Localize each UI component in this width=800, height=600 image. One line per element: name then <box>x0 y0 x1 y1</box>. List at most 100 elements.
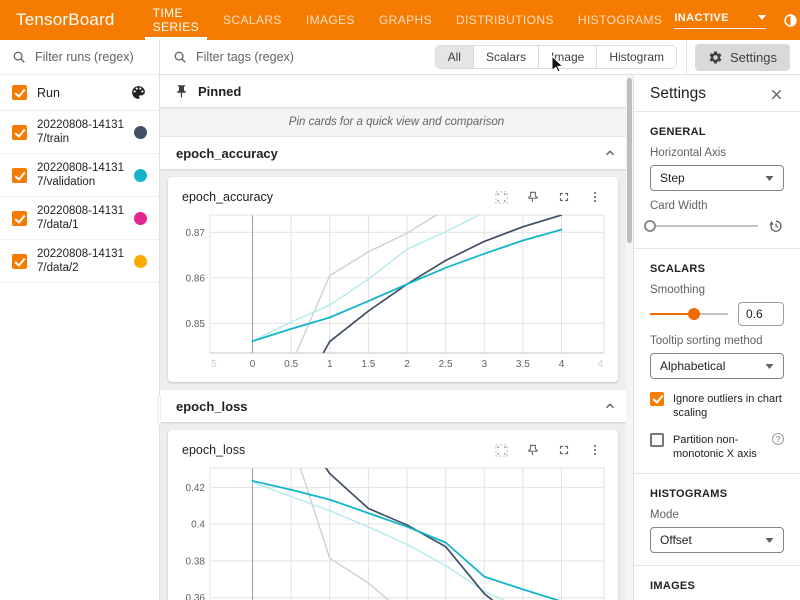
slider-thumb[interactable] <box>688 308 700 320</box>
checkbox-icon[interactable] <box>650 392 664 406</box>
pinned-section-header[interactable]: Pinned <box>160 75 633 107</box>
checkbox-label: Ignore outliers in chart scaling <box>673 392 784 420</box>
chevron-up-icon[interactable] <box>603 146 617 160</box>
smoothing-input[interactable] <box>738 302 784 326</box>
slider-thumb[interactable] <box>644 220 656 232</box>
horizontal-axis-select[interactable]: Step <box>650 165 784 191</box>
run-checkbox[interactable] <box>12 211 27 226</box>
card-width-label: Card Width <box>650 200 784 212</box>
run-column-label: Run <box>37 86 130 100</box>
card-area: epoch_accuracy 0.850.860.87500.511.522.5… <box>160 169 633 390</box>
select-all-checkbox[interactable] <box>12 85 27 100</box>
pinned-empty-message: Pin cards for a quick view and compariso… <box>160 107 633 137</box>
section-title: epoch_accuracy <box>176 146 278 161</box>
run-checkbox[interactable] <box>12 168 27 183</box>
svg-text:1: 1 <box>327 359 333 370</box>
run-row[interactable]: 20220808-141317/validation <box>0 154 159 197</box>
reset-icon[interactable] <box>768 218 784 234</box>
histogram-mode-select[interactable]: Offset <box>650 527 784 553</box>
tab-distributions[interactable]: DISTRIBUTIONS <box>444 0 566 40</box>
filter-chip-image[interactable]: Image <box>539 46 597 68</box>
tooltip-sort-select[interactable]: Alphabetical <box>650 353 784 379</box>
close-icon[interactable] <box>769 87 784 102</box>
svg-text:2.5: 2.5 <box>439 359 453 370</box>
help-icon[interactable]: ? <box>772 433 784 445</box>
fullscreen-icon[interactable] <box>557 190 571 204</box>
card-width-slider[interactable] <box>650 219 758 233</box>
svg-text:0.85: 0.85 <box>186 319 206 330</box>
run-name: 20220808-141317/train <box>37 118 128 146</box>
run-row[interactable]: 20220808-141317/data/1 <box>0 197 159 240</box>
chevron-up-icon[interactable] <box>603 399 617 413</box>
run-color-dot <box>134 255 147 268</box>
tab-time-series[interactable]: TIME SERIES <box>141 0 211 40</box>
tab-images[interactable]: IMAGES <box>294 0 367 40</box>
scalar-card-epoch-loss: epoch_loss 0.360.380.40.42 <box>168 430 618 600</box>
fit-to-domain-icon[interactable] <box>494 190 509 205</box>
runs-filter-input[interactable] <box>35 50 145 64</box>
fullscreen-icon[interactable] <box>557 443 571 457</box>
tab-histograms[interactable]: HISTOGRAMS <box>566 0 674 40</box>
card-title: epoch_accuracy <box>182 190 494 204</box>
chevron-down-icon <box>765 364 774 369</box>
scalar-chart[interactable]: 0.360.380.40.42 <box>176 464 610 600</box>
checkbox-label: Partition non-monotonic X axis <box>673 433 761 461</box>
main-scrollbar[interactable] <box>626 75 633 600</box>
chevron-down-icon <box>758 15 766 20</box>
histogram-mode-label: Mode <box>650 509 784 521</box>
filter-chip-all[interactable]: All <box>436 46 474 68</box>
runs-filter <box>0 40 159 75</box>
group-heading: GENERAL <box>650 126 784 138</box>
selected-value: Alphabetical <box>660 359 725 373</box>
run-row[interactable]: 20220808-141317/train <box>0 111 159 154</box>
card-actions <box>494 190 608 205</box>
pin-icon <box>174 84 189 99</box>
filter-chip-scalars[interactable]: Scalars <box>474 46 539 68</box>
card-actions <box>494 443 608 458</box>
pinned-title: Pinned <box>198 84 241 99</box>
group-heading: IMAGES <box>650 580 784 592</box>
data-status-select[interactable]: INACTIVE <box>674 12 766 29</box>
partition-x-checkbox-row[interactable]: Partition non-monotonic X axis ? <box>650 433 784 461</box>
settings-button-label: Settings <box>730 50 777 65</box>
run-checkbox[interactable] <box>12 254 27 269</box>
horizontal-axis-label: Horizontal Axis <box>650 147 784 159</box>
group-heading: SCALARS <box>650 263 784 275</box>
section-header-epoch-accuracy[interactable]: epoch_accuracy <box>160 137 633 169</box>
run-checkbox[interactable] <box>12 125 27 140</box>
scrollbar-thumb[interactable] <box>627 78 632 243</box>
tab-graphs[interactable]: GRAPHS <box>367 0 444 40</box>
sidebar-resize-handle[interactable] <box>157 395 161 425</box>
tab-scalars[interactable]: SCALARS <box>211 0 294 40</box>
ignore-outliers-checkbox-row[interactable]: Ignore outliers in chart scaling <box>650 392 784 420</box>
settings-button[interactable]: Settings <box>695 44 790 71</box>
section-header-epoch-loss[interactable]: epoch_loss <box>160 390 633 422</box>
tab-bar: TIME SERIESSCALARSIMAGESGRAPHSDISTRIBUTI… <box>141 0 675 40</box>
run-row[interactable]: 20220808-141317/data/2 <box>0 240 159 283</box>
main-toolbar: AllScalarsImageHistogram Settings <box>160 40 800 75</box>
run-select-all-row[interactable]: Run <box>0 75 159 111</box>
tag-type-filter-group: AllScalarsImageHistogram <box>435 45 677 69</box>
checkbox-icon[interactable] <box>650 433 664 447</box>
run-name: 20220808-141317/data/1 <box>37 204 128 232</box>
section-title: epoch_loss <box>176 399 248 414</box>
smoothing-slider[interactable] <box>650 307 728 321</box>
filter-chip-histogram[interactable]: Histogram <box>597 46 676 68</box>
search-icon <box>12 50 26 64</box>
gear-icon <box>708 50 723 65</box>
more-options-icon[interactable] <box>588 190 602 204</box>
tag-filter <box>160 50 435 64</box>
card-title: epoch_loss <box>182 443 494 457</box>
more-options-icon[interactable] <box>588 443 602 457</box>
theme-toggle-icon[interactable] <box>781 11 799 29</box>
scalar-chart[interactable]: 0.850.860.87500.511.522.533.544 <box>176 211 610 374</box>
tensorboard-app: TensorBoard TIME SERIESSCALARSIMAGESGRAP… <box>0 0 800 600</box>
palette-icon <box>130 84 147 101</box>
svg-text:4: 4 <box>559 359 565 370</box>
svg-text:0.5: 0.5 <box>284 359 298 370</box>
pin-icon[interactable] <box>526 443 540 457</box>
pin-icon[interactable] <box>526 190 540 204</box>
tag-filter-input[interactable] <box>196 50 376 64</box>
svg-text:2: 2 <box>404 359 410 370</box>
fit-to-domain-icon[interactable] <box>494 443 509 458</box>
